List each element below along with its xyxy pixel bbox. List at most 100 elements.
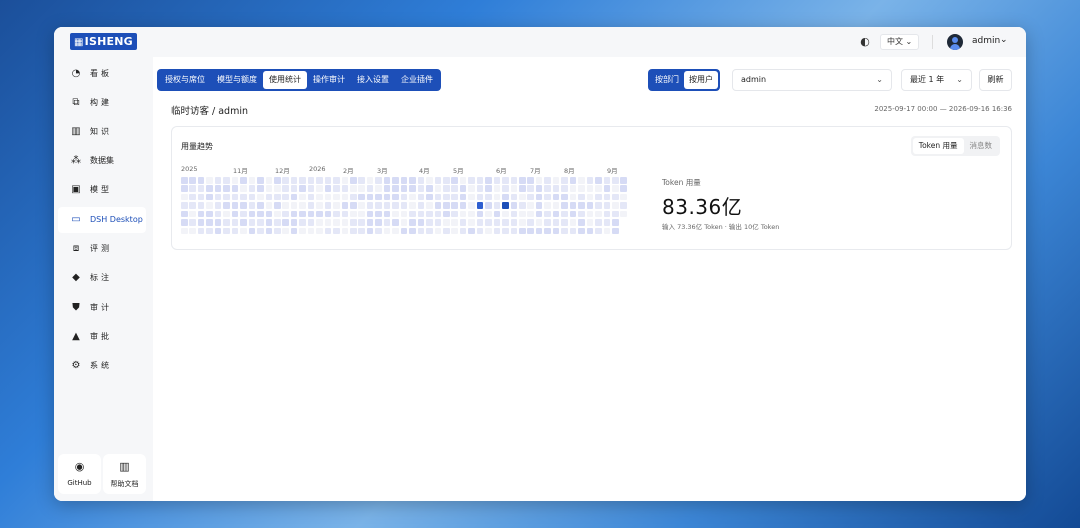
heatmap-cell[interactable] (316, 185, 323, 193)
app-logo[interactable]: ▦ISHENG (70, 33, 137, 50)
heatmap-cell[interactable] (468, 177, 475, 184)
heatmap-cell[interactable] (459, 202, 467, 209)
heatmap-cell[interactable] (358, 185, 366, 193)
heatmap-cell[interactable] (392, 177, 399, 184)
heatmap-cell[interactable] (265, 185, 273, 193)
heatmap-cell[interactable] (197, 185, 205, 193)
heatmap-cell[interactable] (603, 210, 611, 218)
heatmap-cell[interactable] (383, 177, 391, 184)
heatmap-cell[interactable] (324, 177, 332, 184)
heatmap-cell[interactable] (350, 193, 357, 201)
heatmap-cell[interactable] (510, 210, 518, 218)
heatmap-cell[interactable] (333, 227, 340, 235)
metric-message-count[interactable]: 消息数 (964, 138, 999, 154)
heatmap-cell[interactable] (552, 210, 560, 218)
heatmap-cell[interactable] (282, 177, 289, 184)
heatmap-cell[interactable] (451, 202, 458, 209)
heatmap-cell[interactable] (510, 202, 518, 209)
heatmap-cell[interactable] (375, 219, 382, 226)
heatmap-cell[interactable] (603, 193, 611, 201)
heatmap-cell[interactable] (392, 193, 399, 201)
heatmap-cell[interactable] (595, 219, 602, 226)
heatmap-cell[interactable] (392, 185, 399, 193)
sidebar-item-dashboard[interactable]: ◔ 看板 (58, 61, 146, 87)
heatmap-cell[interactable] (350, 177, 357, 184)
heatmap-cell[interactable] (502, 210, 509, 218)
heatmap-cell[interactable] (620, 177, 627, 184)
heatmap-cell[interactable] (350, 219, 357, 226)
heatmap-cell[interactable] (231, 210, 239, 218)
heatmap-cell[interactable] (189, 210, 197, 218)
heatmap-cell[interactable] (485, 219, 492, 226)
heatmap-cell[interactable] (485, 177, 492, 184)
heatmap-cell[interactable] (493, 185, 501, 193)
heatmap-cell[interactable] (307, 177, 315, 184)
heatmap-cell[interactable] (299, 177, 306, 184)
heatmap-cell[interactable] (341, 177, 349, 184)
heatmap-cell[interactable] (561, 185, 568, 193)
heatmap-cell[interactable] (307, 202, 315, 209)
heatmap-cell[interactable] (333, 219, 340, 226)
heatmap-cell[interactable] (578, 193, 585, 201)
heatmap-cell[interactable] (459, 219, 467, 226)
heatmap-cell[interactable] (476, 193, 484, 201)
heatmap-cell[interactable] (231, 227, 239, 235)
heatmap-cell[interactable] (578, 227, 585, 235)
heatmap-cell[interactable] (341, 227, 349, 235)
heatmap-cell[interactable] (181, 210, 188, 218)
heatmap-cell[interactable] (502, 219, 509, 226)
heatmap-cell[interactable] (595, 177, 602, 184)
heatmap-cell[interactable] (181, 219, 188, 226)
heatmap-cell[interactable] (451, 177, 458, 184)
heatmap-cell[interactable] (231, 177, 239, 184)
heatmap-cell[interactable] (231, 202, 239, 209)
heatmap-cell[interactable] (552, 193, 560, 201)
heatmap-cell[interactable] (595, 227, 602, 235)
heatmap-cell[interactable] (603, 202, 611, 209)
heatmap-cell[interactable] (409, 177, 416, 184)
heatmap-cell[interactable] (535, 177, 543, 184)
heatmap-cell[interactable] (620, 202, 627, 209)
heatmap-cell[interactable] (197, 227, 205, 235)
heatmap-cell[interactable] (578, 210, 585, 218)
heatmap-cell[interactable] (519, 210, 526, 218)
heatmap-cell[interactable] (206, 210, 213, 218)
heatmap-cell[interactable] (561, 227, 568, 235)
heatmap-cell[interactable] (324, 210, 332, 218)
sidebar-item-build[interactable]: ⧉ 构建 (58, 90, 146, 116)
heatmap-cell[interactable] (248, 177, 256, 184)
heatmap-cell[interactable] (578, 185, 585, 193)
heatmap-cell[interactable] (307, 210, 315, 218)
heatmap-cell[interactable] (358, 210, 366, 218)
user-avatar[interactable] (947, 34, 963, 50)
heatmap-cell[interactable] (552, 227, 560, 235)
heatmap-cell[interactable] (611, 193, 619, 201)
user-select[interactable]: admin ⌄ (732, 69, 892, 91)
sidebar-item-approval[interactable]: ▲ 审批 (58, 324, 146, 350)
heatmap-cell[interactable] (426, 227, 433, 235)
heatmap-cell[interactable] (383, 202, 391, 209)
sidebar-item-system[interactable]: ⚙ 系统 (58, 353, 146, 379)
heatmap-cell[interactable] (468, 202, 475, 209)
heatmap-cell[interactable] (586, 210, 594, 218)
heatmap-cell[interactable] (561, 219, 568, 226)
heatmap-cell[interactable] (569, 219, 577, 226)
heatmap-cell[interactable] (611, 202, 619, 209)
heatmap-cell[interactable] (493, 227, 501, 235)
heatmap-cell[interactable] (257, 202, 264, 209)
heatmap-cell[interactable] (519, 193, 526, 201)
heatmap-cell[interactable] (527, 202, 535, 209)
heatmap-cell[interactable] (611, 210, 619, 218)
heatmap-cell[interactable] (595, 193, 602, 201)
heatmap-cell[interactable] (510, 177, 518, 184)
heatmap-cell[interactable] (400, 219, 408, 226)
heatmap-cell[interactable] (476, 210, 484, 218)
heatmap-cell[interactable] (603, 227, 611, 235)
heatmap-cell[interactable] (595, 210, 602, 218)
heatmap-cell[interactable] (324, 202, 332, 209)
heatmap-cell[interactable] (417, 193, 425, 201)
heatmap-cell[interactable] (502, 202, 509, 209)
heatmap-cell[interactable] (561, 202, 568, 209)
heatmap-cell[interactable] (214, 219, 222, 226)
heatmap-cell[interactable] (569, 210, 577, 218)
